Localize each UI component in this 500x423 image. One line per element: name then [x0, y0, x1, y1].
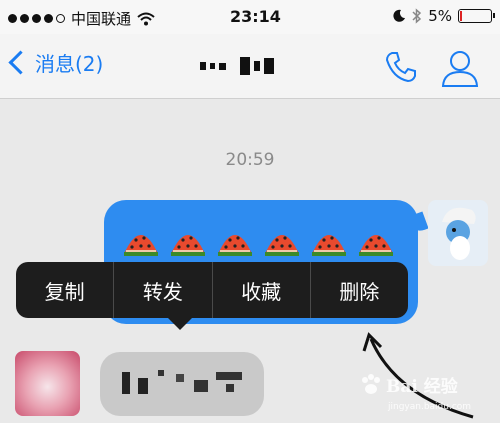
paw-logo-icon — [362, 374, 380, 394]
signal-strength-icon — [8, 14, 65, 23]
menu-item-delete[interactable]: 删除 — [311, 262, 408, 318]
watermelon-icon — [171, 235, 205, 256]
watermelon-icon — [218, 235, 252, 256]
watermelon-icon — [359, 235, 393, 256]
my-avatar[interactable] — [428, 200, 488, 266]
incoming-message-bubble[interactable] — [100, 352, 264, 416]
watermark-url: jingyan.baidu.com — [388, 402, 472, 412]
status-bar: 中国联通 23:14 5% — [0, 0, 500, 34]
smurf-avatar-icon — [442, 207, 476, 260]
watermelon-icon — [124, 235, 158, 256]
contact-name-redacted — [200, 54, 300, 78]
watermark-logo-text: Bai 经验 — [386, 377, 458, 397]
menu-item-forward[interactable]: 转发 — [114, 262, 213, 318]
context-menu-pointer — [168, 318, 192, 330]
phone-icon[interactable] — [384, 50, 418, 84]
baidu-jingyan-watermark: Bai 经验 jingyan.baidu.com — [358, 372, 498, 420]
clock: 23:14 — [230, 7, 281, 26]
watermelon-icon — [265, 235, 299, 256]
moon-icon — [393, 9, 406, 22]
carrier-label: 中国联通 — [71, 10, 132, 28]
chevron-left-icon — [8, 50, 33, 75]
bluetooth-icon — [412, 8, 422, 24]
status-left: 中国联通 — [8, 8, 155, 29]
wifi-icon — [137, 12, 155, 25]
person-icon[interactable] — [440, 48, 480, 88]
battery-icon — [458, 9, 495, 23]
menu-item-favorite[interactable]: 收藏 — [213, 262, 311, 318]
context-menu: 复制 转发 收藏 删除 — [16, 262, 408, 318]
contact-avatar[interactable] — [15, 351, 80, 416]
battery-percent: 5% — [428, 7, 452, 25]
nav-bar: 消息(2) — [0, 34, 500, 99]
back-button[interactable]: 消息(2) — [8, 48, 103, 77]
emoji-row — [122, 222, 395, 256]
message-timestamp: 20:59 — [225, 150, 275, 170]
back-label: 消息(2) — [35, 52, 104, 76]
watermelon-icon — [312, 235, 346, 256]
status-right: 5% — [392, 7, 495, 25]
menu-item-copy[interactable]: 复制 — [16, 262, 115, 318]
